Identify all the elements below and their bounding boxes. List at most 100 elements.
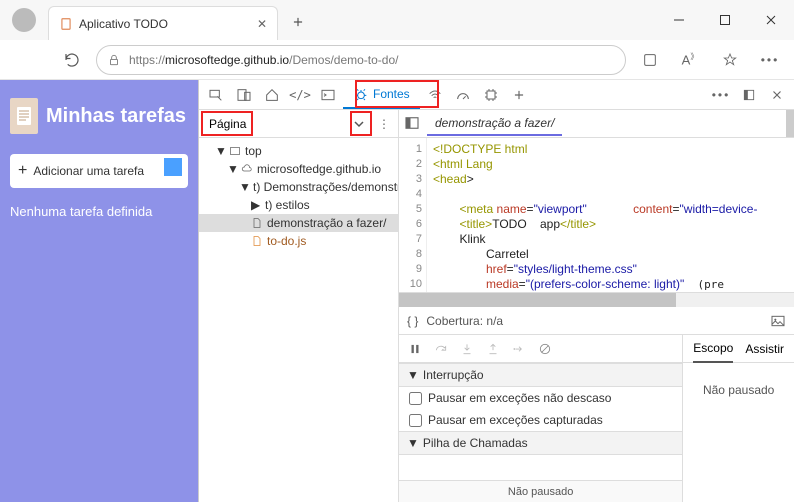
tree-demo-folder[interactable]: ▼t) Demonstrações/demonstração a fazer xyxy=(199,178,398,196)
profile-button[interactable] xyxy=(0,0,48,40)
refresh-button[interactable] xyxy=(56,44,88,76)
tab-elements[interactable]: </> xyxy=(287,82,313,108)
devtools-panel: </> Fontes ••• Página xyxy=(198,80,794,502)
step-out-button[interactable] xyxy=(481,337,505,361)
devtools-dock-button[interactable] xyxy=(736,82,762,108)
plus-icon xyxy=(512,88,526,102)
favorite-button[interactable] xyxy=(714,44,746,76)
devtools-close-button[interactable] xyxy=(764,82,790,108)
tab-title: Aplicativo TODO xyxy=(79,17,257,31)
tab-network[interactable] xyxy=(422,82,448,108)
clipboard-icon xyxy=(10,98,38,134)
gauge-icon xyxy=(455,87,471,103)
tree-domain[interactable]: ▼microsoftedge.github.io xyxy=(199,160,398,178)
scrollbar-vertical[interactable] xyxy=(786,110,794,137)
file-icon xyxy=(251,217,263,229)
empty-state-text: Nenhuma tarefa definida xyxy=(10,204,188,219)
window-titlebar: Aplicativo TODO ✕ xyxy=(0,0,794,40)
star-icon xyxy=(722,52,738,68)
kebab-button[interactable]: ⋮ xyxy=(374,117,394,131)
todo-app-panel: Minhas tarefas + Adicionar uma tarefa Ne… xyxy=(0,80,198,502)
page-icon xyxy=(59,17,73,31)
app-title: Minhas tarefas xyxy=(46,105,186,128)
scope-watch-tabs: Escopo Assistir xyxy=(683,335,794,363)
tab-console[interactable] xyxy=(315,82,341,108)
tab-welcome[interactable] xyxy=(259,82,285,108)
more-pane-button[interactable] xyxy=(348,117,370,131)
tree-html-file[interactable]: demonstração a fazer/ xyxy=(199,214,398,232)
not-paused-status: Não pausado xyxy=(399,480,682,502)
code-text: <!DOCTYPE html <html Lang <head> <meta n… xyxy=(427,138,794,292)
code-area[interactable]: 12345678910 <!DOCTYPE html <html Lang <h… xyxy=(399,138,794,293)
plus-icon: + xyxy=(18,162,27,180)
sidebar-icon xyxy=(403,114,421,132)
pause-icon xyxy=(408,342,422,356)
scope-empty: Não pausado xyxy=(683,363,794,502)
device-toggle-button[interactable] xyxy=(231,82,257,108)
page-tab[interactable]: Página xyxy=(203,115,252,133)
watch-tab[interactable]: Assistir xyxy=(745,336,784,362)
step-over-icon xyxy=(434,342,448,356)
chevron-down-icon xyxy=(354,119,364,129)
breakpoints-header[interactable]: ▼Interrupção xyxy=(399,363,682,387)
tree-js-file[interactable]: to-do.js xyxy=(199,232,398,250)
image-icon[interactable] xyxy=(770,313,786,329)
lock-icon xyxy=(107,53,121,67)
device-icon xyxy=(236,87,252,103)
new-tab-button[interactable] xyxy=(282,6,314,38)
step-into-button[interactable] xyxy=(455,337,479,361)
step-icon xyxy=(512,342,526,356)
maximize-button[interactable] xyxy=(702,0,748,40)
app-icon xyxy=(642,52,658,68)
deactivate-bp-button[interactable] xyxy=(533,337,557,361)
step-into-icon xyxy=(460,342,474,356)
more-tabs-button[interactable] xyxy=(506,82,532,108)
debugger-left: ▼Interrupção Pausar em exceções não desc… xyxy=(399,335,683,502)
toggle-navigator-button[interactable] xyxy=(403,114,421,132)
step-out-icon xyxy=(486,342,500,356)
url-input[interactable]: https://microsoftedge.github.io/Demos/de… xyxy=(96,45,626,75)
coverage-label: Cobertura: n/a xyxy=(426,314,503,328)
tree-top[interactable]: ▼top xyxy=(199,142,398,160)
step-over-button[interactable] xyxy=(429,337,453,361)
window-controls xyxy=(656,0,794,40)
wifi-icon xyxy=(427,87,443,103)
app-install-button[interactable] xyxy=(634,44,666,76)
sources-navigator: Página ⋮ ▼top ▼microsoftedge.github.io ▼… xyxy=(199,110,399,502)
main-content: Minhas tarefas + Adicionar uma tarefa Ne… xyxy=(0,80,794,502)
coverage-row: { } Cobertura: n/a xyxy=(399,307,794,335)
add-task-input[interactable]: + Adicionar uma tarefa xyxy=(10,154,188,188)
tab-memory[interactable] xyxy=(478,82,504,108)
scope-tab[interactable]: Escopo xyxy=(693,335,733,363)
tab-sources[interactable]: Fontes xyxy=(343,80,420,109)
pause-caught-checkbox[interactable]: Pausar em exceções capturadas xyxy=(399,409,682,431)
open-file-tab[interactable]: demonstração a fazer/ xyxy=(427,112,562,136)
pause-uncaught-checkbox[interactable]: Pausar em exceções não descaso xyxy=(399,387,682,409)
editor-file-tabs: demonstração a fazer/ xyxy=(399,110,794,138)
close-tab-icon[interactable]: ✕ xyxy=(257,17,267,31)
address-bar-row: https://microsoftedge.github.io/Demos/de… xyxy=(0,40,794,80)
tab-performance[interactable] xyxy=(450,82,476,108)
browser-tab[interactable]: Aplicativo TODO ✕ xyxy=(48,6,278,40)
inspect-button[interactable] xyxy=(203,82,229,108)
debugger-toolbar xyxy=(399,335,682,363)
file-icon xyxy=(251,235,263,247)
checkbox[interactable] xyxy=(409,414,422,427)
debugger-right: Escopo Assistir Não pausado xyxy=(683,335,794,502)
tree-styles-folder[interactable]: ▶t) estilos xyxy=(199,196,398,214)
step-button[interactable] xyxy=(507,337,531,361)
inspect-icon xyxy=(208,87,224,103)
minimize-button[interactable] xyxy=(656,0,702,40)
braces-icon[interactable]: { } xyxy=(407,314,418,328)
devtools-more-button[interactable]: ••• xyxy=(708,82,734,108)
close-icon xyxy=(770,88,784,102)
more-button[interactable]: ••• xyxy=(754,44,786,76)
horizontal-scrollbar[interactable] xyxy=(399,293,794,307)
refresh-icon xyxy=(63,51,81,69)
close-window-button[interactable] xyxy=(748,0,794,40)
cloud-icon xyxy=(241,163,253,175)
read-aloud-button[interactable]: A》 xyxy=(674,44,706,76)
callstack-header[interactable]: ▼Pilha de Chamadas xyxy=(399,431,682,455)
pause-button[interactable] xyxy=(403,337,427,361)
checkbox[interactable] xyxy=(409,392,422,405)
